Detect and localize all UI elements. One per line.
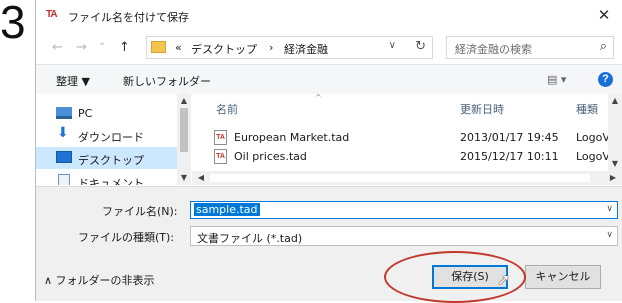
scroll-down-icon[interactable]: ▼ bbox=[177, 173, 191, 182]
filename-label: ファイル名(N): bbox=[102, 205, 178, 218]
navigation-bar: ← → ⌄ ↑ « デスクトップ › 経済金融 ∨ ↻ 経済金融の検索 ⌕ bbox=[36, 33, 622, 63]
search-icon[interactable]: ⌕ bbox=[600, 39, 607, 54]
app-logo-icon: TA bbox=[46, 9, 58, 20]
filetype-select[interactable]: 文書ファイル (*.tad) ∨ bbox=[190, 226, 618, 246]
file-name: Oil prices.tad bbox=[234, 150, 307, 163]
step-number: 3 bbox=[0, 0, 26, 48]
forward-arrow-icon[interactable]: → bbox=[76, 40, 87, 55]
chevron-down-icon[interactable]: ∨ bbox=[606, 204, 613, 214]
scroll-left-icon[interactable]: ◀ bbox=[194, 173, 208, 182]
dialog-title: ファイル名を付けて保存 bbox=[68, 11, 189, 24]
documents-icon bbox=[58, 174, 70, 185]
refresh-icon[interactable]: ↻ bbox=[415, 39, 426, 54]
view-options-icon[interactable]: ▤ ▾ bbox=[547, 73, 566, 86]
organize-button[interactable]: 整理 ▼ bbox=[56, 73, 90, 89]
scroll-right-icon[interactable]: ▶ bbox=[606, 173, 620, 182]
tad-file-icon: TA bbox=[214, 130, 227, 145]
download-icon: ⬇ bbox=[57, 125, 69, 141]
filetype-value: 文書ファイル (*.tad) bbox=[197, 232, 303, 245]
scroll-thumb[interactable] bbox=[180, 108, 188, 152]
sidebar-item-label: ドキュメント bbox=[78, 177, 144, 185]
title-bar: TA ファイル名を付けて保存 ✕ bbox=[36, 0, 622, 33]
sort-ascending-icon: ^ bbox=[315, 94, 322, 102]
mouse-pointer-icon: ➚ bbox=[497, 270, 511, 289]
sidebar-item-label: PC bbox=[78, 107, 93, 120]
filename-input[interactable]: sample.tad bbox=[194, 203, 260, 216]
file-modified: 2013/01/17 19:45 bbox=[460, 131, 559, 144]
sidebar-item-desktop[interactable]: デスクトップ bbox=[36, 147, 177, 169]
hide-folders-toggle[interactable]: ∧ フォルダーの非表示 bbox=[44, 272, 155, 288]
scroll-up-icon[interactable]: ▲ bbox=[177, 96, 191, 105]
file-type: LogoV bbox=[576, 131, 610, 144]
chevron-down-icon[interactable]: ∨ bbox=[606, 230, 613, 240]
sidebar-item-label: ダウンロード bbox=[78, 131, 144, 144]
breadcrumb-overflow[interactable]: « bbox=[175, 41, 182, 54]
filetype-label: ファイルの種類(T): bbox=[78, 231, 175, 244]
file-name: European Market.tad bbox=[234, 131, 350, 144]
tad-file-icon: TA bbox=[214, 149, 227, 164]
recent-locations-icon[interactable]: ⌄ bbox=[98, 37, 106, 48]
navigation-scrollbar[interactable]: ▲ ▼ bbox=[177, 94, 191, 185]
back-arrow-icon[interactable]: ← bbox=[52, 40, 63, 55]
file-type: LogoV bbox=[576, 150, 610, 163]
scroll-down-icon[interactable]: ▼ bbox=[608, 159, 622, 168]
save-dialog: TA ファイル名を付けて保存 ✕ ← → ⌄ ↑ « デスクトップ › 経済金融… bbox=[35, 0, 622, 301]
search-box[interactable]: 経済金融の検索 ⌕ bbox=[446, 36, 614, 59]
file-row[interactable]: TA Oil prices.tad 2015/12/17 10:11 LogoV bbox=[196, 147, 610, 167]
address-bar[interactable]: « デスクトップ › 経済金融 ∨ ↻ bbox=[146, 36, 433, 59]
save-form: ファイル名(N): sample.tad ∨ ファイルの種類(T): 文書ファイ… bbox=[36, 186, 622, 301]
scroll-up-icon[interactable]: ▲ bbox=[608, 96, 622, 105]
chevron-down-icon[interactable]: ∨ bbox=[389, 40, 396, 51]
pc-icon bbox=[56, 107, 72, 119]
close-icon[interactable]: ✕ bbox=[594, 6, 614, 24]
breadcrumb-current-folder[interactable]: 経済金融 bbox=[284, 41, 328, 57]
sidebar-item-documents[interactable]: ドキュメント bbox=[36, 170, 177, 185]
up-arrow-icon[interactable]: ↑ bbox=[119, 40, 130, 55]
folder-icon bbox=[151, 41, 166, 53]
scroll-track[interactable] bbox=[210, 174, 590, 182]
horizontal-scrollbar[interactable]: ◀ ▶ bbox=[192, 171, 622, 185]
column-header-modified[interactable]: 更新日時 bbox=[460, 101, 504, 117]
file-modified: 2015/12/17 10:11 bbox=[460, 150, 559, 163]
sidebar-item-label: デスクトップ bbox=[78, 154, 144, 167]
sidebar-item-downloads[interactable]: ⬇ ダウンロード bbox=[36, 124, 177, 146]
filename-field[interactable]: sample.tad ∨ bbox=[190, 201, 618, 219]
new-folder-button[interactable]: 新しいフォルダー bbox=[123, 73, 211, 89]
search-input[interactable]: 経済金融の検索 bbox=[455, 41, 532, 57]
column-header-type[interactable]: 種類 bbox=[576, 101, 598, 117]
file-list-scrollbar[interactable]: ▲ ▼ bbox=[608, 94, 622, 171]
command-toolbar: 整理 ▼ 新しいフォルダー ▤ ▾ ? bbox=[36, 64, 622, 94]
breadcrumb-separator: › bbox=[269, 41, 274, 54]
navigation-pane: PC ⬇ ダウンロード デスクトップ ドキュメント ▲ ▼ bbox=[36, 94, 192, 185]
help-icon[interactable]: ? bbox=[598, 72, 613, 87]
cancel-button[interactable]: キャンセル bbox=[525, 265, 601, 289]
column-header-name[interactable]: 名前 bbox=[216, 101, 238, 117]
file-row[interactable]: TA European Market.tad 2013/01/17 19:45 … bbox=[196, 128, 610, 148]
breadcrumb-desktop[interactable]: デスクトップ bbox=[191, 41, 257, 57]
desktop-icon bbox=[56, 151, 72, 163]
sidebar-item-pc[interactable]: PC bbox=[36, 102, 177, 124]
